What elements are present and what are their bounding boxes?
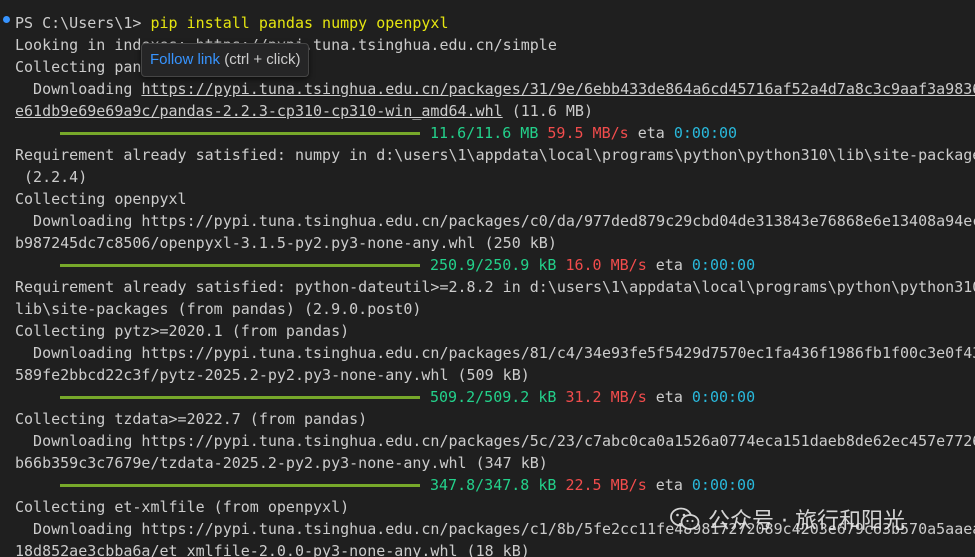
command-text: pip install pandas numpy openpyxl <box>150 14 449 32</box>
download-speed: 31.2 MB/s <box>565 388 647 406</box>
eta-value: 0:00:00 <box>691 256 756 274</box>
download-prefix: Downloading <box>15 80 142 98</box>
output-line: Requirement already satisfied: python-da… <box>15 276 975 298</box>
progress-line: 250.9/250.9 kB 16.0 MB/s eta 0:00:00 <box>0 254 975 276</box>
output-text: b66b359c3c7679e/tzdata-2025.2-py2.py3-no… <box>15 454 548 472</box>
output-line: b66b359c3c7679e/tzdata-2025.2-py2.py3-no… <box>15 452 548 474</box>
progress-done: 11.6/11.6 MB <box>430 124 539 142</box>
progress-bar <box>60 264 420 267</box>
download-speed: 59.5 MB/s <box>547 124 629 142</box>
progress-bar <box>60 484 420 487</box>
progress-done: 250.9/250.9 kB <box>430 256 557 274</box>
output-line: Collecting et-xmlfile (from openpyxl) <box>15 496 349 518</box>
output-text: Requirement already satisfied: python-da… <box>15 278 975 296</box>
prompt-line: PS C:\Users\1> pip install pandas numpy … <box>15 12 448 34</box>
progress-bar <box>60 132 420 135</box>
output-text: b987245dc7c8506/openpyxl-3.1.5-py2.py3-n… <box>15 234 557 252</box>
output-text: Requirement already satisfied: numpy in … <box>15 146 975 164</box>
download-speed: 16.0 MB/s <box>565 256 647 274</box>
watermark-text: 公众号 · 旅行和阳光 <box>708 509 905 534</box>
eta-label: eta <box>655 256 683 274</box>
watermark: 公众号 · 旅行和阳光 <box>670 504 905 534</box>
output-line: Collecting pytz>=2020.1 (from pandas) <box>15 320 349 342</box>
output-text: (2.2.4) <box>15 168 88 186</box>
output-line: 18d852ae3cbba6a/et_xmlfile-2.0.0-py3-non… <box>15 540 530 557</box>
tooltip-follow-link[interactable]: Follow link <box>150 51 220 68</box>
output-text: 18d852ae3cbba6a/et_xmlfile-2.0.0-py3-non… <box>15 542 530 557</box>
eta-value: 0:00:00 <box>691 476 756 494</box>
tooltip-hint: (ctrl + click) <box>220 51 301 68</box>
output-line: Downloading https://pypi.tuna.tsinghua.e… <box>15 430 975 452</box>
progress-stats: 11.6/11.6 MB 59.5 MB/s eta 0:00:00 <box>430 122 737 144</box>
download-speed: 22.5 MB/s <box>565 476 647 494</box>
progress-stats: 347.8/347.8 kB 22.5 MB/s eta 0:00:00 <box>430 474 755 496</box>
eta-label: eta <box>655 388 683 406</box>
output-line: 589fe2bbcd22c3f/pytz-2025.2-py2.py3-none… <box>15 364 530 386</box>
progress-line: 11.6/11.6 MB 59.5 MB/s eta 0:00:00 <box>0 122 975 144</box>
output-text: Collecting et-xmlfile (from openpyxl) <box>15 498 350 516</box>
output-text: Collecting pytz>=2020.1 (from pandas) <box>15 322 350 340</box>
eta-value: 0:00:00 <box>691 388 756 406</box>
output-text: Downloading https://pypi.tuna.tsinghua.e… <box>15 344 975 362</box>
output-line: b987245dc7c8506/openpyxl-3.1.5-py2.py3-n… <box>15 232 557 254</box>
progress-done: 509.2/509.2 kB <box>430 388 557 406</box>
download-link[interactable]: https://pypi.tuna.tsinghua.edu.cn/packag… <box>141 80 975 98</box>
output-line: (2.2.4) <box>15 166 87 188</box>
output-line: Downloading https://pypi.tuna.tsinghua.e… <box>15 342 975 364</box>
prompt-text: PS C:\Users\1> <box>15 14 151 32</box>
output-text: Downloading https://pypi.tuna.tsinghua.e… <box>15 432 975 450</box>
output-line: Collecting tzdata>=2022.7 (from pandas) <box>15 408 367 430</box>
wechat-icon <box>670 507 700 530</box>
download-line: e61db9e69e69a9c/pandas-2.2.3-cp310-cp310… <box>15 100 593 122</box>
output-line: Requirement already satisfied: numpy in … <box>15 144 975 166</box>
output-line: Downloading https://pypi.tuna.tsinghua.e… <box>15 210 975 232</box>
command-status-dot-icon[interactable] <box>3 16 10 23</box>
eta-label: eta <box>655 476 683 494</box>
progress-line: 347.8/347.8 kB 22.5 MB/s eta 0:00:00 <box>0 474 975 496</box>
output-text: Collecting tzdata>=2022.7 (from pandas) <box>15 410 368 428</box>
output-text: Downloading https://pypi.tuna.tsinghua.e… <box>15 212 975 230</box>
output-text: Collecting openpyxl <box>15 190 187 208</box>
progress-line: 509.2/509.2 kB 31.2 MB/s eta 0:00:00 <box>0 386 975 408</box>
output-line: lib\site-packages (from pandas) (2.9.0.p… <box>15 298 421 320</box>
download-link[interactable]: e61db9e69e69a9c/pandas-2.2.3-cp310-cp310… <box>15 102 503 120</box>
eta-value: 0:00:00 <box>673 124 738 142</box>
download-line: Downloading https://pypi.tuna.tsinghua.e… <box>15 78 975 100</box>
output-text: 589fe2bbcd22c3f/pytz-2025.2-py2.py3-none… <box>15 366 530 384</box>
progress-stats: 509.2/509.2 kB 31.2 MB/s eta 0:00:00 <box>430 386 755 408</box>
terminal-output[interactable]: PS C:\Users\1> pip install pandas numpy … <box>0 0 975 557</box>
follow-link-tooltip: Follow link (ctrl + click) <box>141 43 310 77</box>
progress-stats: 250.9/250.9 kB 16.0 MB/s eta 0:00:00 <box>430 254 755 276</box>
progress-done: 347.8/347.8 kB <box>430 476 557 494</box>
output-line: Collecting openpyxl <box>15 188 187 210</box>
output-text: lib\site-packages (from pandas) (2.9.0.p… <box>15 300 422 318</box>
download-size: (11.6 MB) <box>502 102 593 120</box>
progress-bar <box>60 396 420 399</box>
eta-label: eta <box>637 124 665 142</box>
